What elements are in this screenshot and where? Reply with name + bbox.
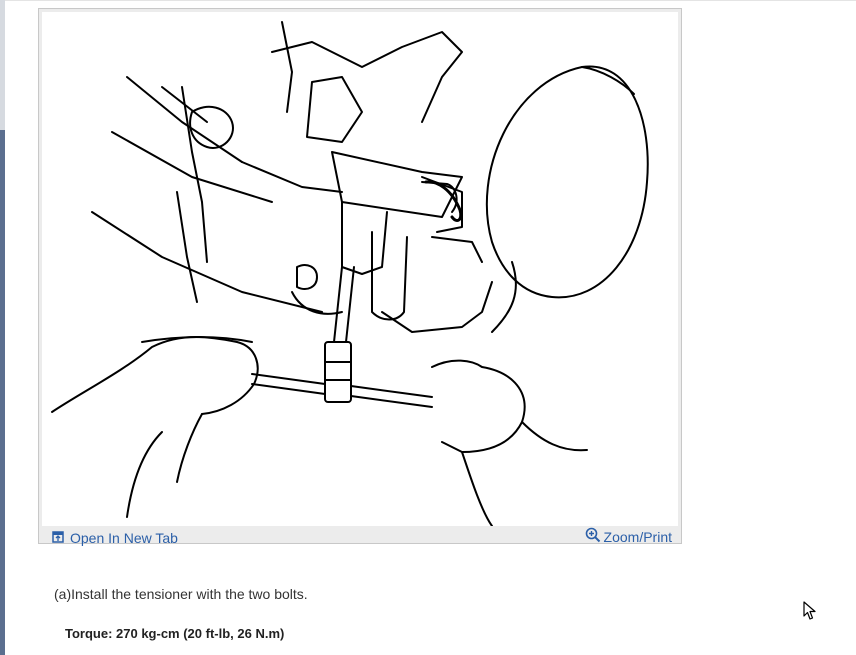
scrollbar-thumb[interactable] — [0, 130, 5, 655]
page: Open In New Tab Zoom/Print (a)Install th… — [0, 0, 856, 655]
torque-spec: Torque: 270 kg-cm (20 ft-lb, 26 N.m) — [65, 626, 285, 641]
tensioner-installation-diagram — [42, 12, 678, 526]
magnifier-icon — [585, 527, 601, 546]
zoom-print-label: Zoom/Print — [603, 528, 672, 545]
figure-card: Open In New Tab Zoom/Print — [38, 8, 682, 546]
top-divider — [0, 0, 856, 1]
scrollbar-track[interactable] — [0, 0, 5, 130]
line-drawing — [51, 21, 649, 526]
zoom-print-link[interactable]: Zoom/Print — [585, 527, 672, 546]
step-instruction: (a)Install the tensioner with the two bo… — [54, 586, 308, 602]
open-new-tab-icon — [52, 530, 64, 546]
figure-toolbar: Open In New Tab Zoom/Print — [42, 526, 678, 546]
mouse-pointer-icon — [803, 601, 817, 626]
open-in-new-tab-label: Open In New Tab — [70, 530, 178, 546]
open-in-new-tab-link[interactable]: Open In New Tab — [52, 530, 178, 546]
